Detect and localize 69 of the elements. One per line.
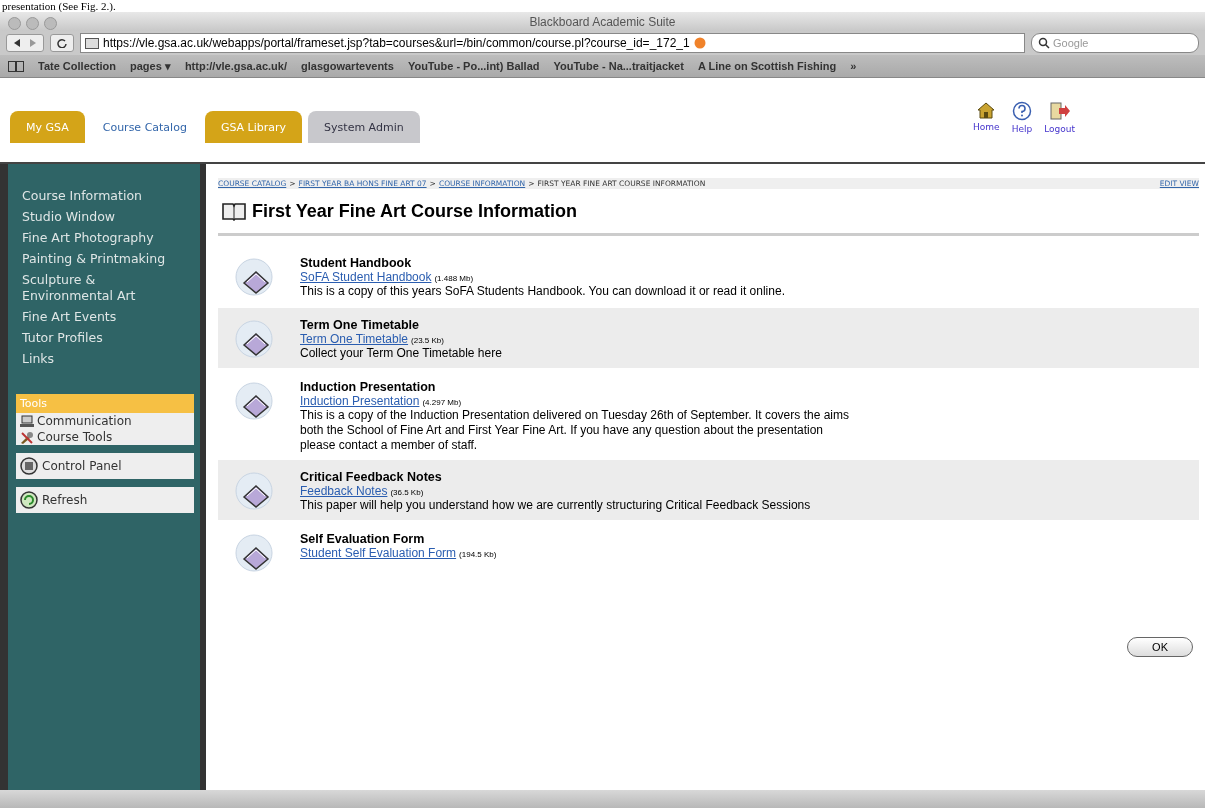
computer-icon: [20, 415, 34, 427]
header-link-label[interactable]: Logout: [1044, 123, 1075, 134]
bookmark-link[interactable]: »: [850, 60, 857, 72]
sidebar-item[interactable]: Fine Art Photography: [8, 228, 172, 249]
item-title: Student Handbook: [300, 256, 413, 270]
item-title: Self Evaluation Form: [300, 532, 426, 546]
book-icon: [222, 201, 246, 221]
search-icon: [1038, 37, 1050, 49]
sidebar-item[interactable]: Links: [8, 349, 172, 370]
bookmark-link[interactable]: pages ▾: [130, 59, 171, 73]
reload-icon[interactable]: [57, 38, 67, 48]
tools-icon: [20, 430, 34, 444]
header-link[interactable]: Help: [1011, 100, 1033, 134]
bookmark-link[interactable]: glasgowartevents: [301, 60, 394, 72]
door-arrow-icon[interactable]: [1048, 100, 1071, 121]
bookmark-link[interactable]: A Line on Scottish Fishing: [697, 60, 837, 72]
sidebar-item[interactable]: Studio Window: [8, 207, 172, 228]
bookmark-link[interactable]: YouTube - Na...traitjacket: [553, 60, 684, 72]
back-icon[interactable]: [13, 39, 21, 47]
sidebar-item[interactable]: Sculpture & Environmental Art: [8, 270, 172, 307]
tools-item[interactable]: Course Tools: [16, 429, 194, 445]
sidebar-item[interactable]: Painting & Printmaking: [8, 249, 172, 270]
house-icon[interactable]: [976, 100, 997, 119]
ok-button[interactable]: OK: [1127, 637, 1193, 657]
sidebar-item[interactable]: Course Information: [8, 186, 172, 207]
bookmark-link[interactable]: Tate Collection: [38, 60, 117, 72]
tab[interactable]: Course Catalog: [90, 111, 199, 143]
item-description: This is a copy of this years SoFA Students Handbook. You can download it or read it online.: [300, 284, 785, 299]
back-forward-button[interactable]: [6, 34, 44, 52]
file-size: (36.5 Kb): [390, 488, 424, 497]
rss-icon[interactable]: [693, 37, 706, 49]
item-title: Term One Timetable: [300, 318, 421, 332]
file-link[interactable]: Term One Timetable: [300, 332, 409, 346]
address-field[interactable]: https://vle.gsa.ac.uk/webapps/portal/frameset.jsp?tab=courses&url=/bin/common/course.pl?course_id=_172_1: [80, 33, 1025, 53]
header-link[interactable]: Home: [973, 100, 1000, 134]
header-link[interactable]: Logout: [1044, 100, 1075, 134]
sidebar-item[interactable]: Tutor Profiles: [8, 328, 172, 349]
tools-item[interactable]: Communication: [16, 413, 194, 429]
item-description: Collect your Term One Timetable here: [300, 346, 502, 361]
item-title: Induction Presentation: [300, 380, 437, 394]
tab[interactable]: System Admin: [308, 111, 420, 143]
help-icon[interactable]: [1011, 100, 1032, 121]
item-title: Critical Feedback Notes: [300, 470, 443, 484]
item-description: This is a copy of the Induction Presentation delivered on Tuesday 26th of September. It covers the aims both the School of Fine Art and First Year Fine Art. If you have any question about the presentation please contact a member of staff.: [300, 408, 850, 453]
refresh-icon: [20, 491, 38, 509]
bookmark-link[interactable]: http://vle.gsa.ac.uk/: [184, 60, 287, 72]
file-size: (4.297 Mb): [422, 398, 462, 407]
bookmark-link[interactable]: YouTube - Po...int) Ballad: [407, 60, 540, 72]
file-link[interactable]: Induction Presentation: [300, 394, 420, 408]
page-title: First Year Fine Art Course Information: [252, 200, 578, 222]
item-description: This paper will help you understand how we are currently structuring Critical Feedback Sessions: [300, 498, 811, 513]
panel-icon: [20, 457, 38, 475]
file-size: (23.5 Kb): [411, 336, 444, 345]
file-size: (194.5 Kb): [459, 550, 497, 559]
window-title: Blackboard Academic Suite: [529, 14, 676, 29]
file-link[interactable]: Student Self Evaluation Form: [300, 546, 457, 560]
file-size: (1.488 Mb): [434, 274, 474, 283]
header-link-label[interactable]: Help: [1011, 123, 1033, 134]
document-text: presentation (See Fig. 2.).: [1, 0, 117, 12]
sidebar-button[interactable]: Refresh: [16, 487, 194, 513]
file-link[interactable]: Feedback Notes: [300, 484, 388, 498]
header-link-label[interactable]: Home: [973, 121, 1000, 132]
sidebar-button[interactable]: Control Panel: [16, 453, 194, 479]
file-link[interactable]: SoFA Student Handbook: [300, 270, 432, 284]
tools-header: Tools: [16, 394, 194, 413]
site-icon: [85, 37, 99, 49]
reload-button[interactable]: [50, 34, 74, 52]
bookmarks-icon[interactable]: [8, 60, 24, 72]
sidebar-item[interactable]: Fine Art Events: [8, 307, 172, 328]
